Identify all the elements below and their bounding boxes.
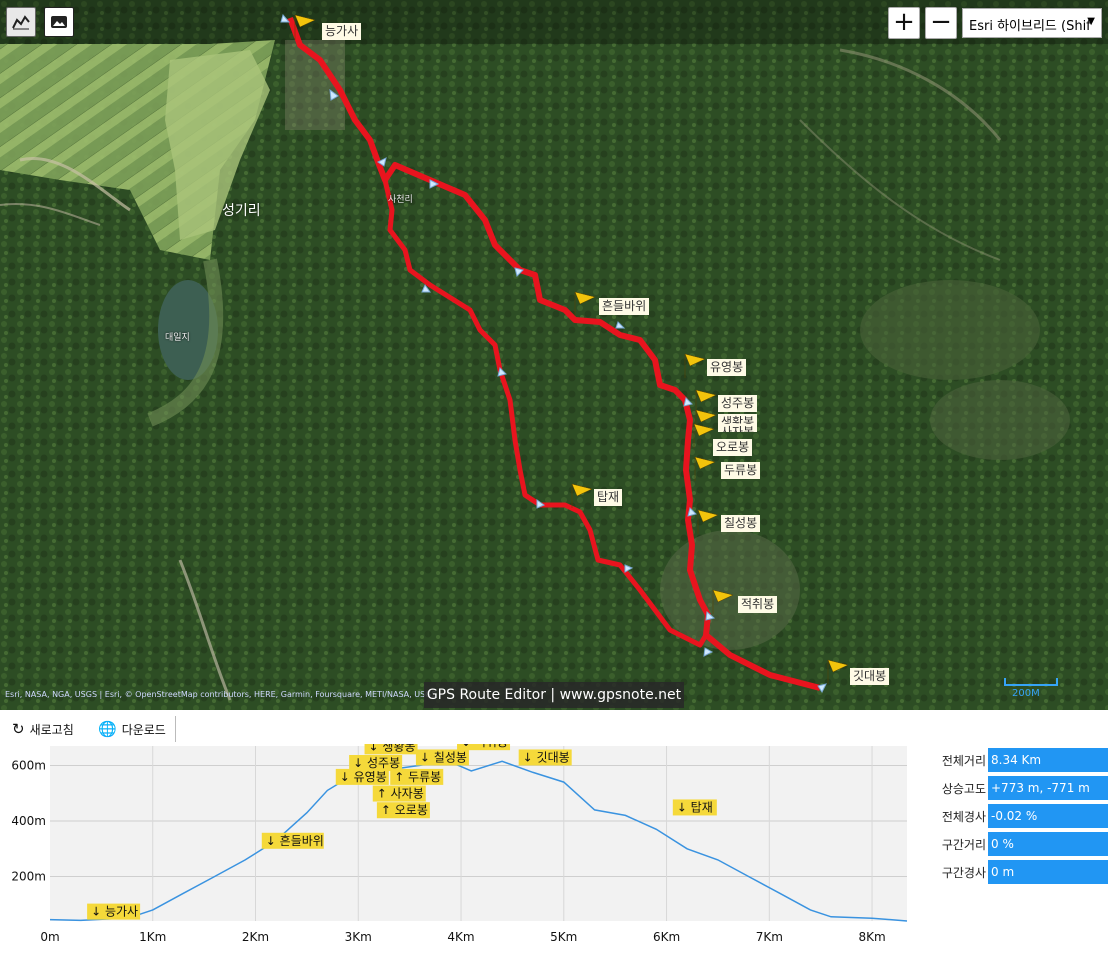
elevation-waypoint-marker: ↑ 사자봉 <box>372 785 426 802</box>
x-tick-label: 1Km <box>139 930 166 944</box>
profile-toolbar: ↻ 새로고침 🌐 다운로드 <box>0 714 180 742</box>
elevation-waypoint-marker: ↓ 깃대봉 <box>518 749 572 766</box>
refresh-label: 새로고침 <box>29 722 74 737</box>
x-tick-label: 7Km <box>756 930 783 944</box>
map-view[interactable]: + − Esri 하이브리드 (Shif ▼ 성기리 대일지 사천리 능가사 흔… <box>0 0 1108 710</box>
elevation-waypoint-marker: ↑ 오로봉 <box>376 802 430 819</box>
marker-label: ↓ 흔들바위 <box>266 834 324 848</box>
elevation-waypoint-marker: ↓ 성주봉 <box>349 755 403 771</box>
elevation-waypoint-marker: ↓ 흔들바위 <box>261 832 324 849</box>
waypoint-label-neunggasa[interactable]: 능가사 <box>322 23 362 40</box>
satellite-background <box>0 0 1108 710</box>
x-tick-label: 3Km <box>345 930 372 944</box>
chart-icon <box>12 15 30 30</box>
elevation-waypoint-marker: ↓ 탑재 <box>672 799 717 816</box>
marker-label: ↓ 탑재 <box>677 800 713 814</box>
marker-label: ↓ 성주봉 <box>353 756 400 770</box>
pond-label: 대일지 <box>165 333 190 343</box>
y-tick-label: 400m <box>11 814 46 828</box>
marker-label: ↑ 두류봉 <box>394 770 441 784</box>
map-layer-select-value: Esri 하이브리드 (Shif <box>969 19 1091 34</box>
zoom-in-button[interactable]: + <box>888 7 920 39</box>
stat-label: 전체경사 <box>941 810 986 824</box>
marker-label: ↓ 적취봉 <box>461 744 508 749</box>
elevation-waypoint-marker: ↓ 유영봉 <box>335 768 389 785</box>
brand-banner: GPS Route Editor | www.gpsnote.net <box>424 682 684 708</box>
stat-value: 0 % <box>988 832 1108 856</box>
village-label: 사천리 <box>388 195 413 205</box>
stat-label: 구간경사 <box>941 866 986 880</box>
plot-background <box>50 746 907 921</box>
stat-segment-grade: 구간경사 0 m <box>930 860 1108 884</box>
globe-icon: 🌐 <box>98 720 117 738</box>
waypoint-label-jeokchwibong[interactable]: 적취봉 <box>738 596 778 613</box>
waypoint-label-duryubong[interactable]: 두류봉 <box>721 462 761 479</box>
elevation-waypoint-marker: ↓ 생황봉 <box>364 744 418 755</box>
stat-value: -0.02 % <box>988 804 1108 828</box>
waypoint-label-tapjae[interactable]: 탑재 <box>594 489 623 506</box>
scale-label: 200M <box>1012 688 1040 699</box>
download-label: 다운로드 <box>121 722 166 737</box>
scale-bar <box>1004 678 1058 686</box>
marker-label: ↓ 칠성봉 <box>420 750 467 764</box>
map-attribution: Esri, NASA, NGA, USGS | Esri, © OpenStre… <box>5 690 437 699</box>
marker-label: ↓ 생황봉 <box>369 744 416 753</box>
chevron-down-icon: ▼ <box>1087 16 1095 27</box>
toolbar-divider <box>175 716 176 742</box>
y-tick-label: 200m <box>11 870 46 884</box>
stat-label: 전체거리 <box>941 754 986 768</box>
x-tick-label: 4Km <box>447 930 474 944</box>
marker-label: ↑ 사자봉 <box>377 787 424 801</box>
elevation-waypoint-marker: ↓ 칠성봉 <box>415 749 469 766</box>
stat-segment-distance: 구간거리 0 % <box>930 832 1108 856</box>
stat-value: +773 m, -771 m <box>988 776 1108 800</box>
download-button[interactable]: 🌐 다운로드 <box>98 720 166 738</box>
waypoint-label-sajabong[interactable]: 사자봉 <box>718 424 758 432</box>
waypoint-label-gitdaebong[interactable]: 깃대봉 <box>850 668 890 685</box>
marker-label: ↓ 깃대봉 <box>523 750 570 764</box>
refresh-icon: ↻ <box>12 720 25 738</box>
elevation-waypoint-marker: ↓ 능가사 <box>87 903 141 920</box>
stat-value: 0 m <box>988 860 1108 884</box>
x-tick-label: 8Km <box>858 930 885 944</box>
stat-label: 구간거리 <box>941 838 986 852</box>
x-tick-label: 6Km <box>653 930 680 944</box>
elevation-profile-chart[interactable]: 200m400m600m 0m 1Km 2Km 3Km 4Km 5Km 6Km 7Km 8Km … <box>0 744 920 962</box>
image-icon <box>51 16 67 28</box>
map-layer-select[interactable]: Esri 하이브리드 (Shif ▼ <box>962 8 1102 38</box>
x-tick-label: 0m <box>40 930 59 944</box>
marker-label: ↓ 유영봉 <box>340 770 387 784</box>
waypoint-label-chilseongbong[interactable]: 칠성봉 <box>721 515 761 532</box>
marker-label: ↓ 능가사 <box>91 905 138 919</box>
refresh-button[interactable]: ↻ 새로고침 <box>12 720 74 738</box>
waypoint-label-yuyeongbong[interactable]: 유영봉 <box>707 359 747 376</box>
stat-label: 상승고도 <box>941 782 986 796</box>
stat-value: 8.34 Km <box>988 748 1108 772</box>
zoom-out-button[interactable]: − <box>925 7 957 39</box>
y-tick-label: 600m <box>11 758 46 772</box>
town-label: 성기리 <box>222 203 261 219</box>
marker-label: ↑ 오로봉 <box>381 803 428 817</box>
waypoint-label-seongjubong[interactable]: 성주봉 <box>718 395 758 412</box>
elevation-waypoint-marker: ↓ 적취봉 <box>457 744 511 751</box>
photo-toggle-button[interactable] <box>44 7 74 37</box>
waypoint-label-heundeulbawi[interactable]: 흔들바위 <box>599 298 650 315</box>
stat-total-grade: 전체경사 -0.02 % <box>930 804 1108 828</box>
stat-total-distance: 전체거리 8.34 Km <box>930 748 1108 772</box>
x-tick-label: 2Km <box>242 930 269 944</box>
elevation-chart-toggle-button[interactable] <box>6 7 36 37</box>
x-tick-label: 5Km <box>550 930 577 944</box>
stat-elevation-gain: 상승고도 +773 m, -771 m <box>930 776 1108 800</box>
elevation-waypoint-marker: ↑ 두류봉 <box>390 768 444 785</box>
waypoint-label-orobong[interactable]: 오로봉 <box>713 439 753 456</box>
